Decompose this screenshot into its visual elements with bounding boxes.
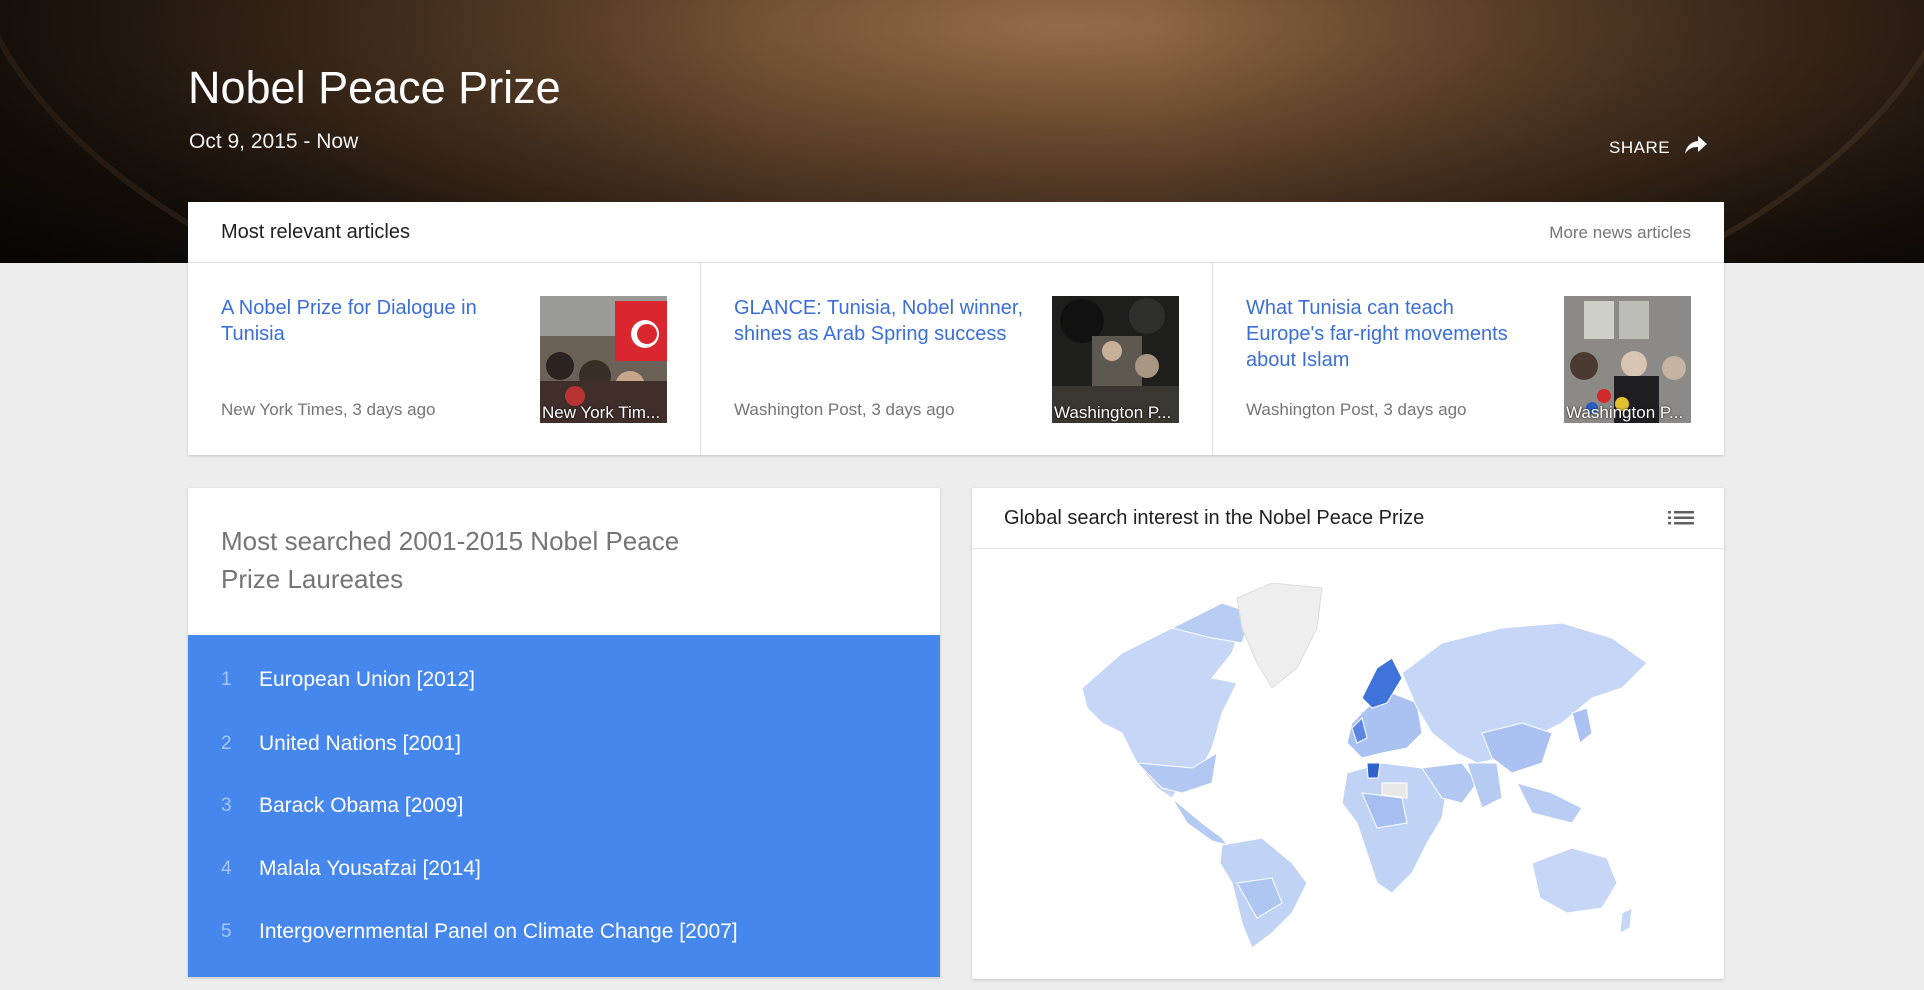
article-card[interactable]: What Tunisia can teach Europe's far-righ…	[1212, 263, 1725, 455]
thumb-caption: Washington P...	[1054, 403, 1172, 422]
thumb-caption: New York Tim...	[542, 403, 661, 422]
laureates-card: Most searched 2001-2015 Nobel Peace Priz…	[188, 488, 940, 977]
laureate-name: Malala Yousafzai [2014]	[259, 857, 481, 880]
laureates-list: 1 European Union [2012] 2 United Nations…	[188, 635, 940, 977]
list-item[interactable]: 4 Malala Yousafzai [2014]	[188, 844, 940, 894]
thumb-caption: Washington P...	[1566, 403, 1684, 422]
articles-header: Most relevant articles More news article…	[188, 202, 1724, 263]
map-header: Global search interest in the Nobel Peac…	[972, 488, 1724, 549]
article-title[interactable]: A Nobel Prize for Dialogue in Tunisia	[221, 295, 511, 347]
article-source: New York Times, 3 days ago	[221, 400, 436, 419]
rank-number: 5	[221, 921, 232, 942]
article-thumbnail[interactable]: Washington P...	[1052, 296, 1179, 423]
more-news-link[interactable]: More news articles	[1549, 223, 1691, 243]
rank-number: 4	[221, 858, 232, 879]
article-card[interactable]: GLANCE: Tunisia, Nobel winner, shines as…	[700, 263, 1212, 455]
list-item[interactable]: 2 United Nations [2001]	[188, 719, 940, 769]
share-label: SHARE	[1609, 137, 1671, 157]
article-source: Washington Post, 3 days ago	[1246, 400, 1467, 419]
article-source: Washington Post, 3 days ago	[734, 400, 955, 419]
laureate-name: European Union [2012]	[259, 668, 475, 691]
list-item[interactable]: 5 Intergovernmental Panel on Climate Cha…	[188, 907, 940, 957]
article-title[interactable]: GLANCE: Tunisia, Nobel winner, shines as…	[734, 295, 1024, 347]
page-title: Nobel Peace Prize	[188, 62, 561, 113]
rank-number: 1	[221, 669, 232, 690]
search-interest-card: Global search interest in the Nobel Peac…	[972, 488, 1724, 979]
laureates-title: Most searched 2001-2015 Nobel Peace Priz…	[221, 526, 680, 594]
articles-list: A Nobel Prize for Dialogue in Tunisia Ne…	[188, 263, 1724, 455]
world-map[interactable]	[1062, 583, 1652, 953]
rank-number: 3	[221, 795, 232, 816]
articles-heading: Most relevant articles	[221, 221, 410, 243]
laureate-name: Intergovernmental Panel on Climate Chang…	[259, 920, 738, 943]
article-thumbnail[interactable]: New York Tim...	[540, 296, 667, 423]
list-item[interactable]: 1 European Union [2012]	[188, 655, 940, 705]
date-range: Oct 9, 2015 - Now	[189, 130, 359, 153]
list-icon[interactable]	[1668, 508, 1694, 533]
rank-number: 2	[221, 733, 232, 754]
share-arrow-icon	[1684, 135, 1708, 160]
share-button[interactable]: SHARE	[1609, 135, 1708, 160]
laureate-name: United Nations [2001]	[259, 732, 461, 755]
map-title: Global search interest in the Nobel Peac…	[1004, 507, 1425, 529]
laureate-name: Barack Obama [2009]	[259, 794, 464, 817]
list-item[interactable]: 3 Barack Obama [2009]	[188, 781, 940, 831]
article-card[interactable]: A Nobel Prize for Dialogue in Tunisia Ne…	[188, 263, 699, 455]
article-thumbnail[interactable]: Washington P...	[1564, 296, 1691, 423]
article-title[interactable]: What Tunisia can teach Europe's far-righ…	[1246, 295, 1536, 373]
